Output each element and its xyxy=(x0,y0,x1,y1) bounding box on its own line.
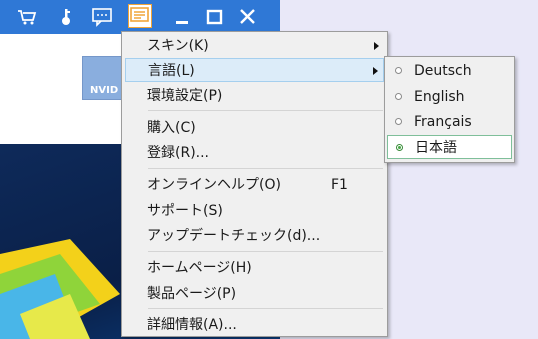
close-icon[interactable] xyxy=(237,6,259,28)
main-menu: スキン(K) 言語(L) 環境設定(P) 購入(C) 登録(R)... オンライ… xyxy=(121,31,388,337)
radio-icon xyxy=(395,67,402,74)
language-option-english[interactable]: English xyxy=(387,85,512,109)
menu-item-about[interactable]: 詳細情報(A)... xyxy=(125,313,384,337)
menu-item-skin[interactable]: スキン(K) xyxy=(125,34,384,58)
menu-separator xyxy=(148,168,383,169)
menu-item-check-update[interactable]: アップデートチェック(d)... xyxy=(125,224,384,248)
minimize-icon[interactable] xyxy=(172,6,194,28)
menu-item-support[interactable]: サポート(S) xyxy=(125,199,384,223)
menu-item-preferences[interactable]: 環境設定(P) xyxy=(125,84,384,108)
menu-item-online-help[interactable]: オンラインヘルプ(O) F1 xyxy=(125,173,384,197)
language-option-japanese[interactable]: 日本語 xyxy=(387,135,512,159)
menu-separator xyxy=(148,308,383,309)
chevron-right-icon xyxy=(374,42,379,50)
chevron-right-icon xyxy=(373,67,378,75)
language-option-deutsch[interactable]: Deutsch xyxy=(387,59,512,83)
radio-icon xyxy=(395,118,402,125)
cart-icon[interactable] xyxy=(16,6,38,28)
chat-icon[interactable] xyxy=(91,6,113,28)
menu-item-register[interactable]: 登録(R)... xyxy=(125,141,384,165)
radio-selected-icon xyxy=(396,144,403,151)
menu-item-purchase[interactable]: 購入(C) xyxy=(125,116,384,140)
key-icon[interactable] xyxy=(55,6,77,28)
language-option-francais[interactable]: Français xyxy=(387,110,512,134)
nvidia-badge: NVID xyxy=(82,56,122,100)
menu-separator xyxy=(148,251,383,252)
maximize-icon[interactable] xyxy=(204,6,226,28)
radio-icon xyxy=(395,93,402,100)
app-toolbar xyxy=(0,0,280,34)
menu-item-product-page[interactable]: 製品ページ(P) xyxy=(125,282,384,306)
menu-item-homepage[interactable]: ホームページ(H) xyxy=(125,256,384,280)
language-submenu: Deutsch English Français 日本語 xyxy=(384,56,515,163)
menu-icon[interactable] xyxy=(128,4,152,28)
menu-separator xyxy=(148,110,383,111)
menu-item-language[interactable]: 言語(L) xyxy=(125,58,384,82)
